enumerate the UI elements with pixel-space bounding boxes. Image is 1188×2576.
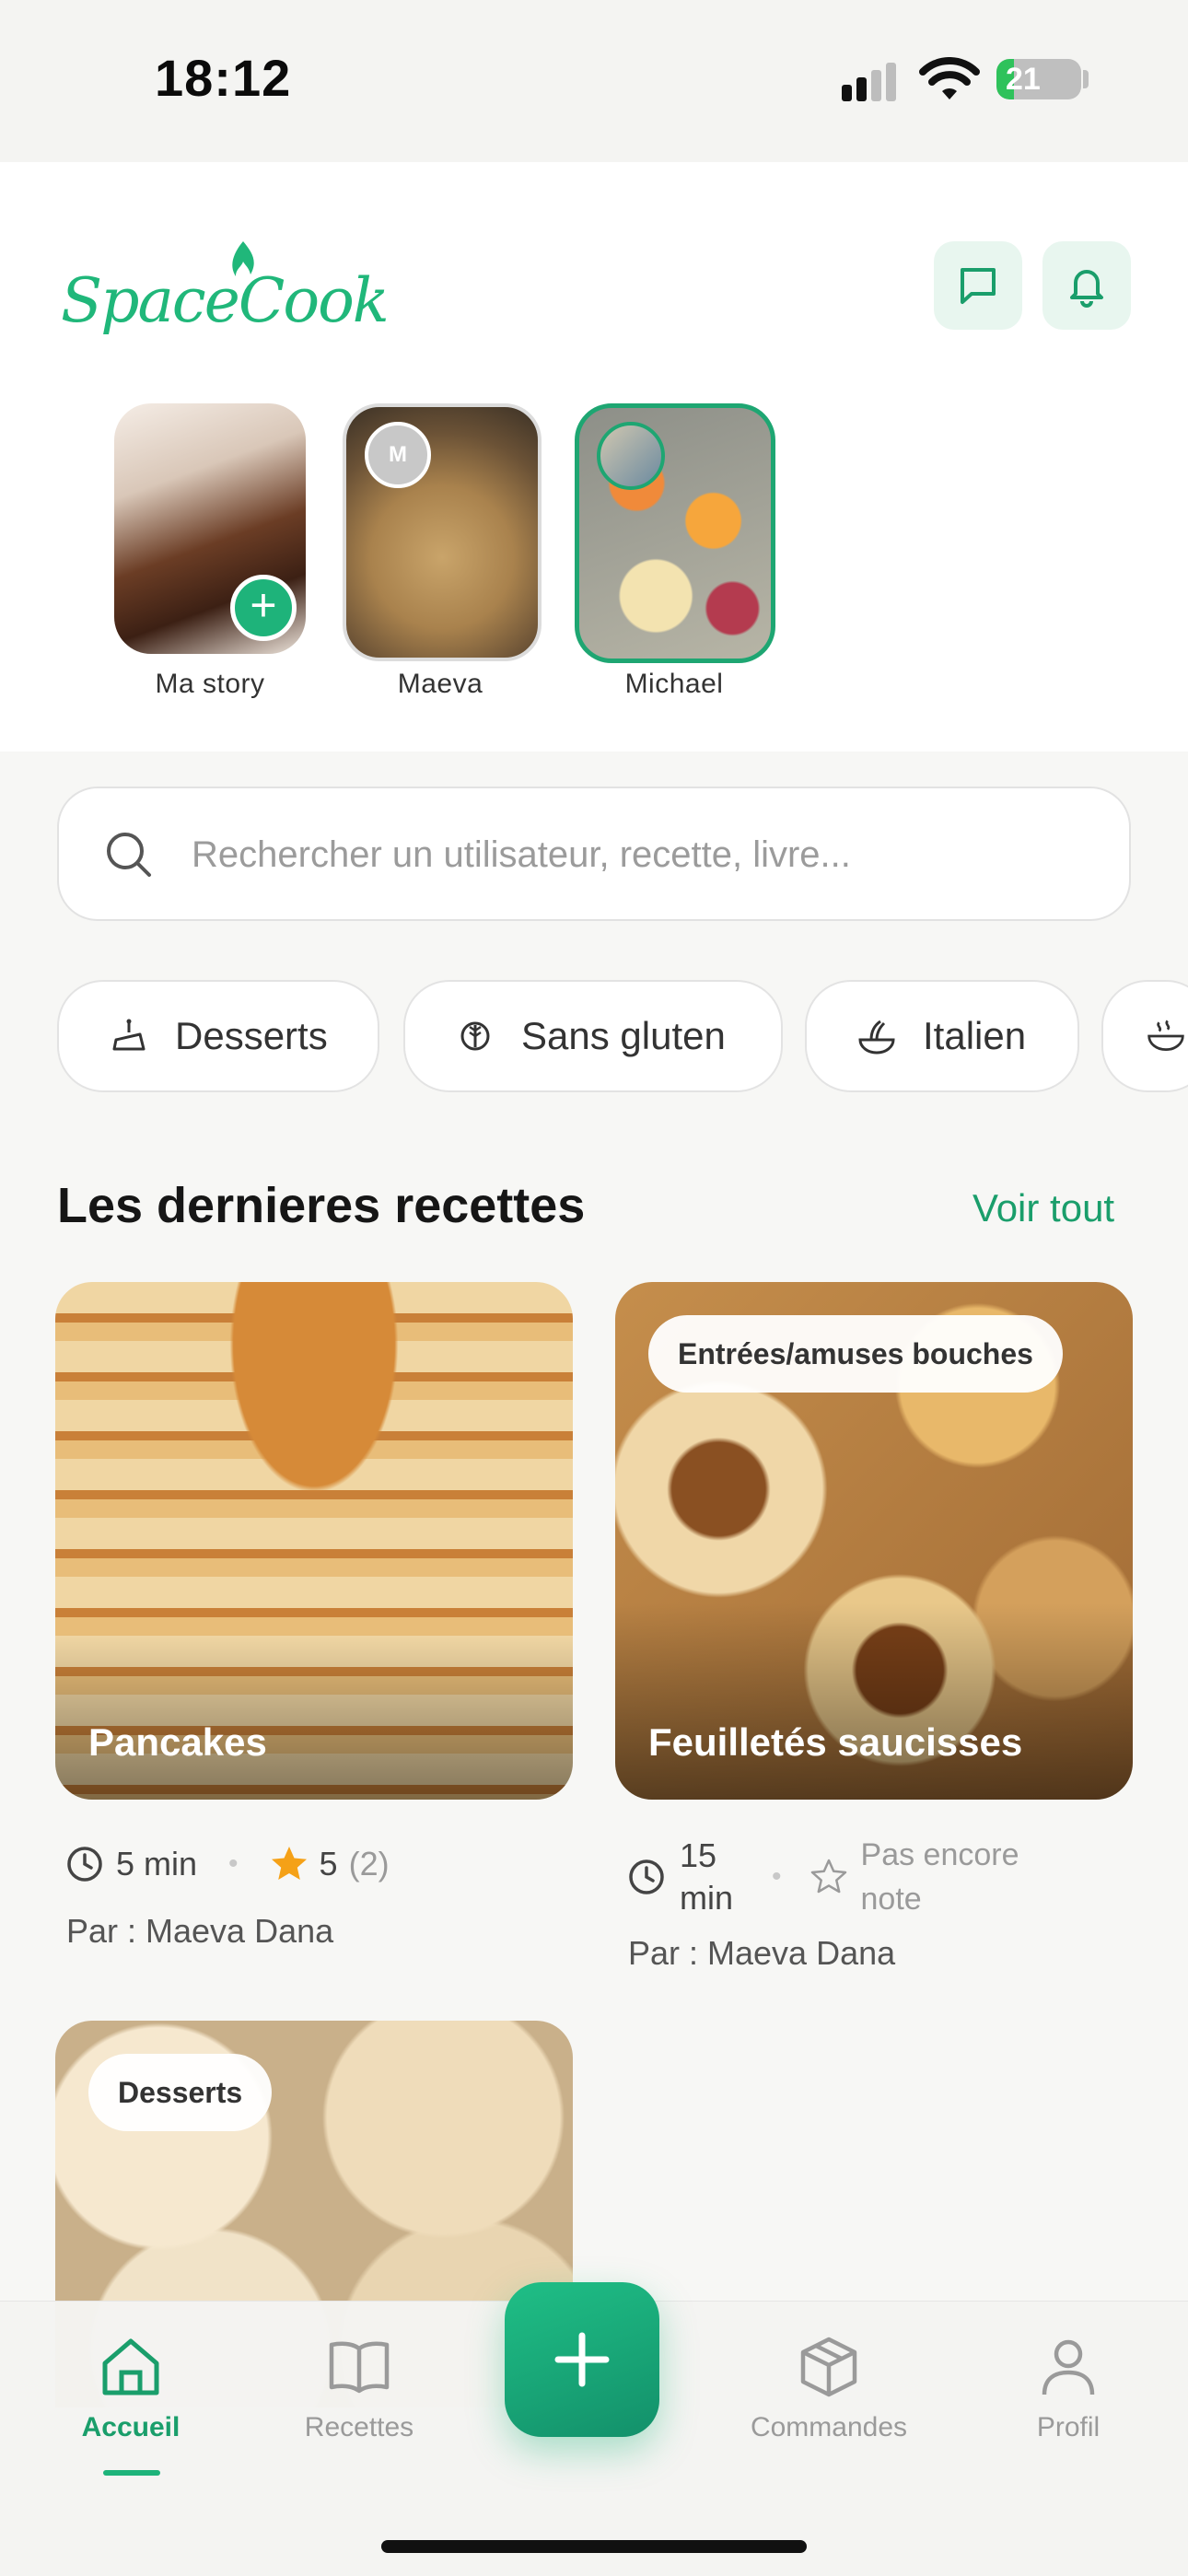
story-label-maeva: Maeva [397,669,483,699]
home-indicator [381,2540,807,2553]
category-badge: Entrées/amuses bouches [648,1315,1063,1393]
see-all-link[interactable]: Voir tout [973,1186,1114,1230]
recipe-card-feuilletes[interactable]: Entrées/amuses bouches Feuilletés saucis… [615,1282,1133,1800]
add-recipe-button[interactable] [505,2282,659,2437]
recipe-meta: 15 min • Pas encore note [626,1833,1019,1921]
battery-icon: 21 [996,59,1081,99]
nav-orders[interactable]: Commandes [728,2332,930,2443]
chip-label: Desserts [175,1014,328,1057]
logo-text: SpaceCook [61,265,390,336]
clock-icon [67,1847,102,1882]
status-time: 18:12 [155,49,292,107]
nav-home[interactable]: Accueil [29,2332,232,2443]
cellular-signal-icon [842,61,899,101]
home-icon [102,2338,159,2395]
pasta-icon [858,1020,895,1055]
bell-icon [1070,270,1103,308]
category-chip-italian[interactable]: Italien [805,980,1079,1092]
spacecook-logo: SpaceCook [61,238,390,348]
nav-label: Accueil [81,2412,181,2442]
avatar [597,422,665,490]
recipe-rating-text: Pas encore note [861,1833,1019,1921]
plus-icon [554,2332,610,2387]
category-chip-desserts[interactable]: Desserts [57,980,379,1092]
nav-recipes[interactable]: Recettes [258,2332,460,2443]
recipe-meta: 5 min • 5 (2) [64,1844,390,1884]
cake-icon [112,1019,146,1051]
notifications-button[interactable] [1042,241,1131,330]
user-icon [1042,2339,1095,2395]
nav-label: Commandes [750,2412,908,2442]
active-tab-indicator [103,2470,160,2476]
wifi-icon [919,57,980,99]
recipe-rating: 5 [319,1845,338,1882]
recipe-title: Feuilletés saucisses [648,1720,1023,1764]
battery-percentage: 21 [1006,62,1041,97]
category-chip-gluten-free[interactable]: Sans gluten [403,980,783,1092]
recipe-author: Par : Maeva Dana [66,1912,334,1950]
meta-separator: • [772,1861,782,1892]
story-label-my-story: Ma story [155,669,265,699]
rating-text-line-2: note [860,1882,922,1917]
recipe-rating-count: (2) [348,1845,390,1882]
story-label-michael: Michael [624,669,724,699]
section-title: Les dernieres recettes [57,1178,586,1233]
nav-label: Recettes [304,2412,414,2442]
recipe-time-value: 15 [680,1836,717,1874]
chip-label: Sans gluten [521,1014,726,1057]
package-icon [800,2337,857,2397]
add-story-button[interactable]: + [230,575,297,641]
category-badge: Desserts [88,2054,273,2131]
recipe-time-unit: min [680,1879,734,1917]
recipe-author: Par : Maeva Dana [628,1934,896,1972]
chat-icon [961,268,996,304]
avatar: M [365,422,431,488]
star-filled-icon [271,1847,307,1880]
category-chip-soup[interactable] [1101,980,1188,1092]
star-outline-icon [810,1859,846,1894]
battery-tip [1083,70,1089,88]
book-icon [329,2341,390,2394]
rating-text-line-1: Pas encore [860,1837,1019,1872]
meta-separator: • [228,1848,239,1879]
search-icon [107,833,151,877]
chip-label: Italien [923,1014,1027,1057]
clock-icon [629,1859,664,1894]
soup-bowl-icon [1147,1020,1184,1051]
recipe-title: Pancakes [88,1720,267,1764]
search-input[interactable] [190,822,1077,888]
recipe-time: 5 min [116,1845,198,1882]
recipe-card-pancakes[interactable]: Pancakes [55,1282,573,1800]
wheat-icon [460,1021,490,1051]
recipe-time: 15 min [680,1835,772,1919]
nav-profile[interactable]: Profil [967,2332,1170,2443]
messages-button[interactable] [934,241,1022,330]
nav-label: Profil [1036,2412,1101,2442]
